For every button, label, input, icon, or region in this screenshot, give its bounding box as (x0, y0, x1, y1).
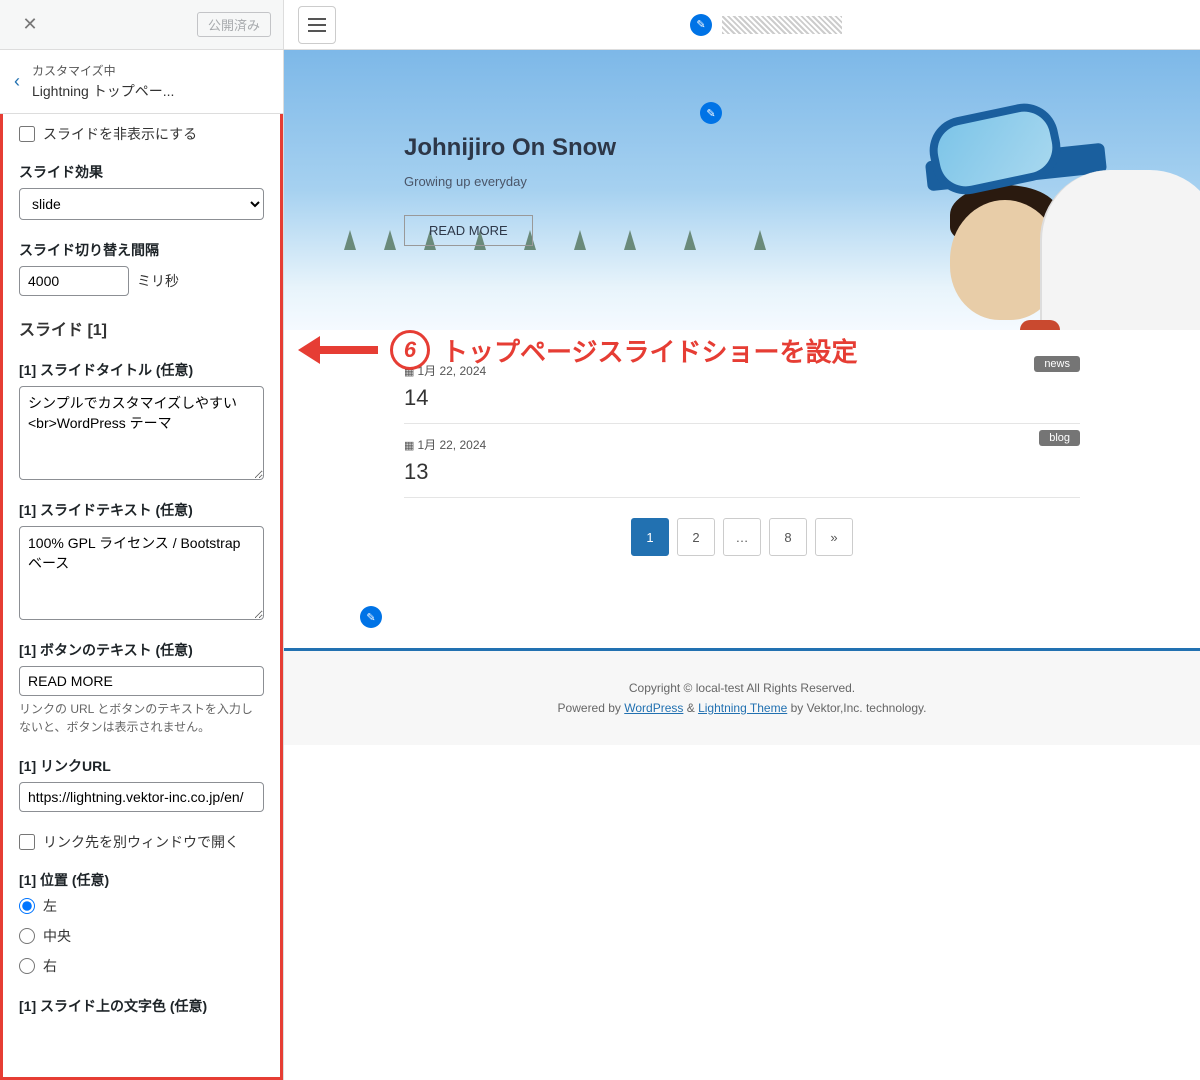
post-date: 1月 22, 2024 (404, 436, 1080, 453)
page-next[interactable]: » (815, 518, 853, 556)
snowboard (1040, 170, 1200, 330)
page-ellipsis: … (723, 518, 761, 556)
interval-input[interactable] (19, 266, 129, 296)
site-footer: Copyright © local-test All Rights Reserv… (284, 651, 1200, 745)
pos-label: [1] 位置 (任意) (19, 870, 264, 890)
hero-title: Johnijiro On Snow (404, 134, 616, 162)
copyright: Copyright © local-test All Rights Reserv… (314, 681, 1170, 695)
sidebar-top-bar: ✕ 公開済み (0, 0, 283, 50)
posts-section: 6 トップページスライドショーを設定 1月 22, 2024 14 news 1… (284, 330, 1200, 606)
heading-title: Lightning トップペー... (32, 81, 174, 101)
hero-button[interactable]: READ MORE (404, 215, 533, 246)
arrow-icon (298, 336, 320, 364)
preview-pane: ✎ Johnijiro On Snow Growing up everyday … (284, 0, 1200, 1080)
post-tag[interactable]: news (1034, 356, 1080, 372)
theme-link[interactable]: Lightning Theme (698, 701, 787, 715)
pos-radio-left[interactable]: 左 (19, 896, 264, 916)
customizer-sidebar: ✕ 公開済み ‹ カスタマイズ中 Lightning トップペー... スライド… (0, 0, 284, 1080)
wordpress-link[interactable]: WordPress (624, 701, 683, 715)
slide-btn-note: リンクの URL とボタンのテキストを入力しないと、ボタンは表示されません。 (19, 700, 264, 736)
post-title: 13 (404, 459, 1080, 485)
sidebar-body: スライドを非表示にする スライド効果 slide スライド切り替え間隔 ミリ秒 … (0, 114, 283, 1080)
post-title: 14 (404, 385, 1080, 411)
slide-text-input[interactable]: 100% GPL ライセンス / Bootstrap ベース (19, 526, 264, 620)
effect-select[interactable]: slide (19, 188, 264, 220)
glove (1020, 320, 1060, 330)
menu-icon[interactable] (298, 6, 336, 44)
goggles (923, 97, 1066, 200)
page-link[interactable]: 1 (631, 518, 669, 556)
color-label: [1] スライド上の文字色 (任意) (19, 996, 264, 1016)
annotation: 6 トップページスライドショーを設定 (298, 330, 857, 370)
slide-url-label: [1] リンクURL (19, 756, 264, 776)
hide-slide-checkbox[interactable]: スライドを非表示にする (19, 124, 264, 144)
annotation-text: トップページスライドショーを設定 (442, 332, 857, 369)
slide-btn-label: [1] ボタンのテキスト (任意) (19, 640, 264, 660)
publish-button[interactable]: 公開済み (197, 12, 271, 37)
edit-icon[interactable]: ✎ (690, 14, 712, 36)
step-badge: 6 (390, 330, 430, 370)
hero-slide: Johnijiro On Snow Growing up everyday RE… (284, 50, 1200, 330)
close-icon[interactable]: ✕ (12, 7, 48, 43)
effect-label: スライド効果 (19, 162, 264, 182)
slide-url-input[interactable] (19, 782, 264, 812)
post-tag[interactable]: blog (1039, 430, 1080, 446)
hero-subtitle: Growing up everyday (404, 174, 616, 189)
slide-section-title: スライド [1] (19, 316, 264, 340)
pagination: 1 2 … 8 » (404, 498, 1080, 576)
slide-title-label: [1] スライドタイトル (任意) (19, 360, 264, 380)
pos-radio-right[interactable]: 右 (19, 956, 264, 976)
slide-btn-input[interactable] (19, 666, 264, 696)
newwindow-checkbox[interactable]: リンク先を別ウィンドウで開く (19, 832, 264, 852)
page-link[interactable]: 2 (677, 518, 715, 556)
edit-icon[interactable]: ✎ (360, 606, 382, 628)
sidebar-heading: ‹ カスタマイズ中 Lightning トップペー... (0, 50, 283, 114)
edit-icon[interactable]: ✎ (700, 102, 722, 124)
slide-title-input[interactable]: シンプルでカスタマイズしやすい <br>WordPress テーマ (19, 386, 264, 480)
slide-text-label: [1] スライドテキスト (任意) (19, 500, 264, 520)
interval-label: スライド切り替え間隔 (19, 240, 264, 260)
pos-radio-center[interactable]: 中央 (19, 926, 264, 946)
post-item[interactable]: 1月 22, 2024 13 blog (404, 424, 1080, 498)
page-link[interactable]: 8 (769, 518, 807, 556)
back-icon[interactable]: ‹ (14, 71, 20, 92)
interval-unit: ミリ秒 (137, 271, 179, 291)
heading-small: カスタマイズ中 (32, 64, 116, 78)
preview-topbar: ✎ (284, 0, 1200, 50)
site-title-placeholder (722, 16, 842, 34)
